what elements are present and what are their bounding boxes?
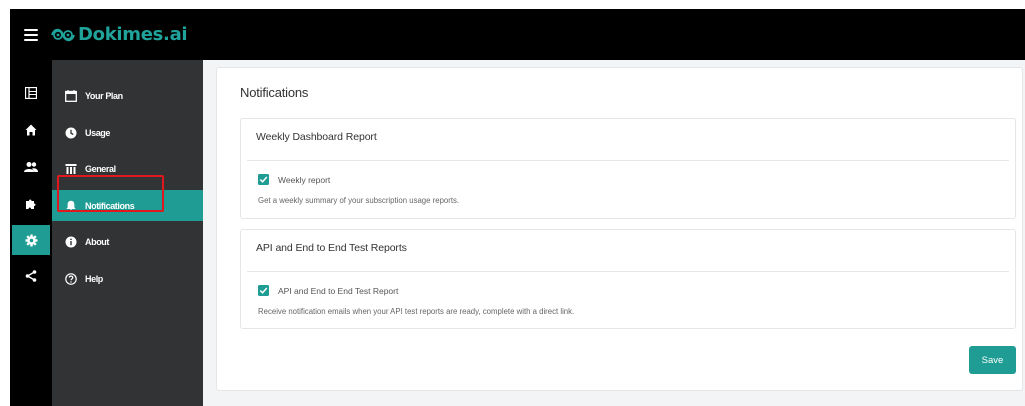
sidebar-item-your-plan[interactable]: Your Plan	[52, 80, 203, 111]
api-report-checkbox-row[interactable]: API and End to End Test Report	[258, 285, 398, 296]
section-title: API and End to End Test Reports	[256, 242, 407, 254]
calendar-icon	[65, 89, 77, 102]
checkbox-label: API and End to End Test Report	[278, 285, 399, 296]
weekly-report-checkbox-row[interactable]: Weekly report	[258, 174, 330, 185]
settings-sidebar: Your Plan Usage General Notifications Ab…	[52, 60, 203, 406]
logo[interactable]: Dokimes.ai	[50, 24, 188, 45]
weekly-dashboard-section: Weekly Dashboard Report Weekly report Ge…	[240, 118, 1016, 219]
checkbox-checked-icon[interactable]	[258, 174, 269, 185]
main-content: Notifications Weekly Dashboard Report We…	[216, 60, 1025, 406]
puzzle-icon	[26, 199, 36, 209]
home-icon	[25, 124, 37, 136]
settings-icon	[25, 234, 37, 246]
rail-share[interactable]	[10, 261, 52, 291]
dashboard-icon	[25, 87, 37, 99]
rail-dashboard[interactable]	[10, 78, 52, 108]
sidebar-item-notifications[interactable]: Notifications	[52, 190, 203, 221]
logo-icon	[51, 28, 75, 41]
sidebar-item-label: Help	[85, 273, 103, 284]
checkbox-checked-icon[interactable]	[258, 285, 269, 296]
sidebar-item-usage[interactable]: Usage	[52, 117, 203, 148]
users-icon	[24, 162, 38, 172]
sidebar-item-general[interactable]: General	[52, 153, 203, 184]
info-icon	[65, 236, 77, 248]
notifications-card: Notifications Weekly Dashboard Report We…	[216, 67, 1023, 391]
icon-rail	[10, 60, 52, 406]
sidebar-item-label: Usage	[85, 127, 111, 138]
sidebar-item-label: About	[85, 236, 109, 247]
clock-icon	[65, 127, 77, 139]
rail-users[interactable]	[10, 152, 52, 182]
sidebar-item-label: General	[85, 163, 116, 174]
rail-settings[interactable]	[12, 225, 50, 255]
api-reports-section: API and End to End Test Reports API and …	[240, 229, 1016, 329]
app-frame: Dokimes.ai Your Plan Usage General Notif…	[10, 9, 1025, 406]
rail-integrations[interactable]	[10, 189, 52, 219]
section-title: Weekly Dashboard Report	[256, 131, 377, 143]
divider	[247, 160, 1009, 161]
menu-icon[interactable]	[24, 28, 38, 41]
section-description: Get a weekly summary of your subscriptio…	[258, 196, 460, 205]
save-button[interactable]: Save	[969, 346, 1016, 374]
page-title: Notifications	[240, 85, 309, 100]
help-icon	[65, 272, 77, 285]
section-description: Receive notification emails when your AP…	[258, 307, 575, 316]
sidebar-item-label: Notifications	[85, 200, 135, 211]
sidebar-item-help[interactable]: Help	[52, 263, 203, 294]
share-icon	[25, 270, 37, 282]
sidebar-item-label: Your Plan	[85, 90, 123, 101]
divider	[247, 271, 1009, 272]
top-bar: Dokimes.ai	[10, 9, 1025, 60]
rail-home[interactable]	[10, 115, 52, 145]
bell-icon	[65, 200, 77, 212]
checkbox-label: Weekly report	[278, 174, 331, 185]
settings-sliders-icon	[65, 163, 77, 175]
logo-text: Dokimes.ai	[78, 24, 188, 45]
sidebar-item-about[interactable]: About	[52, 226, 203, 257]
